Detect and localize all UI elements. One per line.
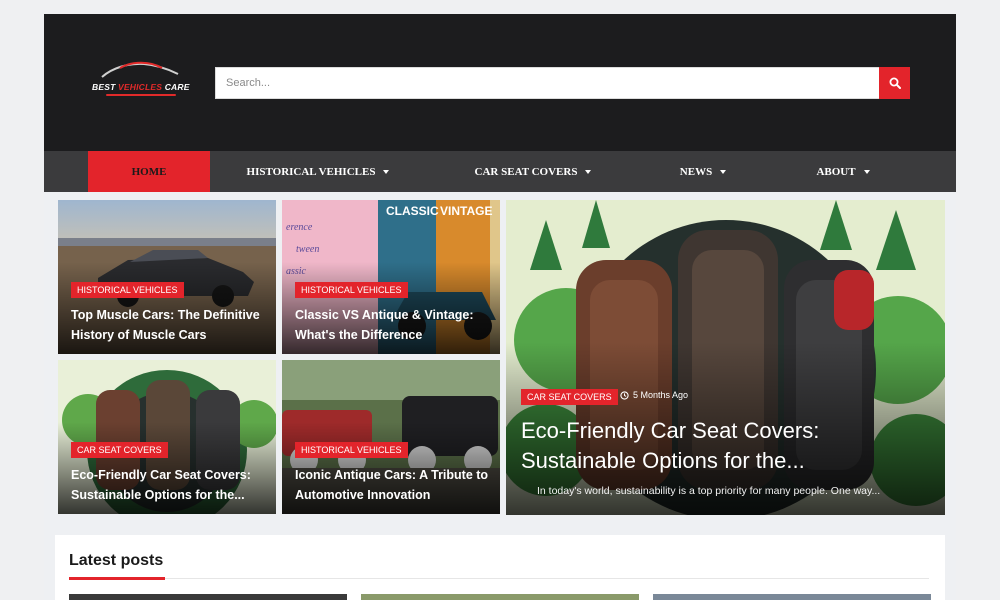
- featured-post-title[interactable]: Eco-Friendly Car Seat Covers: Sustainabl…: [521, 416, 819, 476]
- latest-post-thumbnail[interactable]: [361, 594, 639, 600]
- nav-item-about[interactable]: ABOUT: [808, 151, 878, 192]
- category-badge[interactable]: HISTORICAL VEHICLES: [295, 442, 408, 458]
- main-nav: HOME HISTORICAL VEHICLES CAR SEAT COVERS…: [44, 151, 956, 192]
- nav-label: NEWS: [679, 165, 713, 178]
- category-badge[interactable]: CAR SEAT COVERS: [71, 442, 168, 458]
- category-badge[interactable]: HISTORICAL VEHICLES: [295, 282, 408, 298]
- nav-label: ABOUT: [816, 165, 856, 178]
- post-title[interactable]: Eco-Friendly Car Seat Covers: Sustainable…: [71, 465, 251, 505]
- image-sign-text: CLASSIC: [386, 204, 439, 218]
- post-title[interactable]: Classic VS Antique & Vintage: What's the …: [295, 305, 474, 345]
- section-accent-bar: [69, 577, 165, 580]
- caret-down-icon: [863, 169, 870, 174]
- nav-label: HISTORICAL VEHICLES: [246, 165, 376, 178]
- post-card-muscle-cars[interactable]: HISTORICAL VEHICLES Top Muscle Cars: The…: [58, 200, 276, 354]
- latest-post-thumbnail[interactable]: [69, 594, 347, 600]
- section-title: Latest posts: [69, 552, 164, 569]
- nav-item-historical-vehicles[interactable]: HISTORICAL VEHICLES: [242, 151, 394, 192]
- site-header: BEST VEHICLES CARE: [44, 14, 956, 151]
- caret-down-icon: [383, 169, 390, 174]
- category-badge[interactable]: CAR SEAT COVERS: [521, 389, 618, 405]
- nav-item-home[interactable]: HOME: [88, 151, 210, 192]
- nav-label: HOME: [131, 165, 167, 178]
- search-button[interactable]: [879, 67, 910, 99]
- clock-icon: [620, 390, 629, 400]
- post-meta-time: 5 Months Ago: [620, 390, 688, 400]
- svg-text:erence: erence: [286, 222, 313, 233]
- section-divider: [69, 578, 929, 579]
- site-container: BEST VEHICLES CARE HOME HISTORICAL VEHIC…: [44, 14, 956, 600]
- site-logo[interactable]: BEST VEHICLES CARE: [92, 58, 198, 100]
- post-title[interactable]: Top Muscle Cars: The Definitive History o…: [71, 305, 260, 345]
- nav-item-news[interactable]: NEWS: [672, 151, 734, 192]
- car-logo-icon: [101, 61, 179, 78]
- post-card-classic-vs-antique[interactable]: erence tween assic CLASSIC VINTAGE HISTO…: [282, 200, 500, 354]
- nav-label: CAR SEAT COVERS: [474, 165, 578, 178]
- featured-post-card[interactable]: CAR SEAT COVERS 5 Months Ago Eco-Friendl…: [506, 200, 945, 515]
- time-ago: 5 Months Ago: [633, 390, 689, 400]
- latest-post-thumbnail[interactable]: [653, 594, 931, 600]
- nav-item-car-seat-covers[interactable]: CAR SEAT COVERS: [470, 151, 596, 192]
- search-input[interactable]: [215, 67, 880, 99]
- post-title[interactable]: Iconic Antique Cars: A Tribute to Automot…: [295, 465, 488, 505]
- caret-down-icon: [720, 169, 727, 174]
- post-card-eco-seat-covers[interactable]: CAR SEAT COVERS Eco-Friendly Car Seat Co…: [58, 360, 276, 514]
- logo-text: BEST VEHICLES CARE: [92, 82, 190, 92]
- svg-text:tween: tween: [296, 244, 319, 255]
- image-sign-text: VINTAGE: [440, 204, 493, 218]
- caret-down-icon: [585, 169, 592, 174]
- latest-posts-section: Latest posts: [55, 535, 945, 600]
- magnifier-icon: [889, 77, 901, 89]
- post-card-iconic-antique-cars[interactable]: HISTORICAL VEHICLES Iconic Antique Cars:…: [282, 360, 500, 514]
- category-badge[interactable]: HISTORICAL VEHICLES: [71, 282, 184, 298]
- logo-underline: [106, 94, 176, 96]
- featured-post-excerpt: In today's world, sustainability is a to…: [537, 485, 881, 497]
